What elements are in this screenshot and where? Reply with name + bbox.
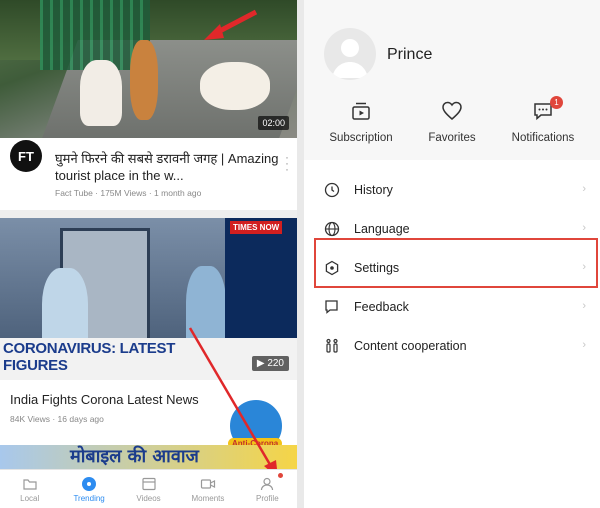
heart-icon bbox=[442, 101, 462, 120]
ad-text: मोबाइल की आवाज bbox=[70, 446, 199, 467]
bottom-tab-bar: Local Trending Videos Moments Profile bbox=[0, 469, 297, 508]
video-thumbnail-1[interactable]: 02:00 bbox=[0, 0, 297, 138]
notifications-button[interactable]: 1 Notifications bbox=[498, 96, 588, 144]
divider bbox=[0, 210, 297, 218]
thumbnail-side-graphic bbox=[225, 218, 297, 350]
tab-moments[interactable]: Moments bbox=[178, 470, 237, 508]
tab-local[interactable]: Local bbox=[0, 470, 59, 508]
username[interactable]: Prince bbox=[387, 46, 432, 64]
feedback-icon bbox=[325, 299, 338, 314]
thumbnail-white-tiger bbox=[80, 60, 122, 126]
video-duration: 02:00 bbox=[258, 116, 289, 130]
chevron-right-icon: › bbox=[582, 300, 586, 312]
menu-item-history[interactable]: History › bbox=[304, 170, 600, 209]
subscription-icon bbox=[352, 102, 370, 120]
video-list-icon bbox=[141, 477, 156, 490]
video-meta-2: 84K Views · 16 days ago bbox=[10, 414, 104, 424]
default-avatar-icon bbox=[332, 39, 368, 78]
video-title-2[interactable]: India Fights Corona Latest News bbox=[10, 392, 199, 407]
tab-trending[interactable]: Trending bbox=[59, 470, 118, 508]
video-title[interactable]: घुमने फिरने की सबसे डरावनी जगह | Amazing… bbox=[55, 150, 280, 184]
chevron-right-icon: › bbox=[582, 261, 586, 273]
thumbnail-banner-text: CORONAVIRUS: LATEST FIGURES bbox=[3, 340, 176, 374]
video-count-badge: ▶ 220 bbox=[251, 356, 289, 371]
trending-icon bbox=[82, 476, 97, 491]
more-options-icon[interactable]: · · · bbox=[285, 151, 289, 175]
profile-icon bbox=[261, 477, 274, 490]
video-thumbnail-2[interactable]: TIMES NOW CORONAVIRUS: LATEST FIGURES ▶ … bbox=[0, 218, 297, 380]
globe-icon bbox=[324, 221, 340, 236]
chevron-right-icon: › bbox=[582, 183, 586, 195]
chevron-right-icon: › bbox=[582, 222, 586, 234]
tab-profile[interactable]: Profile bbox=[238, 470, 297, 508]
profile-menu: History › Language › Settings › Feedback… bbox=[304, 170, 600, 365]
camera-icon bbox=[200, 478, 216, 489]
channel-logo-badge: TIMES NOW bbox=[230, 221, 283, 234]
channel-avatar[interactable]: FT bbox=[10, 140, 42, 172]
video-meta: Fact Tube · 175M Views · 1 month ago bbox=[55, 188, 202, 198]
chevron-right-icon: › bbox=[582, 339, 586, 351]
tab-videos[interactable]: Videos bbox=[119, 470, 178, 508]
profile-notification-dot bbox=[278, 473, 283, 478]
profile-header: Prince Subscription Favorites 1 Notifica… bbox=[304, 0, 600, 160]
thumbnail-white-tiger-2 bbox=[200, 62, 270, 110]
menu-item-content-cooperation[interactable]: Content cooperation › bbox=[304, 326, 600, 365]
thumbnail-tiger bbox=[130, 40, 158, 120]
profile-panel: Prince Subscription Favorites 1 Notifica… bbox=[304, 0, 600, 508]
ad-banner[interactable]: मोबाइल की आवाज bbox=[0, 445, 297, 469]
menu-item-settings[interactable]: Settings › bbox=[304, 248, 600, 287]
folder-icon bbox=[23, 478, 37, 490]
red-arrow-annotation bbox=[204, 9, 258, 40]
menu-item-language[interactable]: Language › bbox=[304, 209, 600, 248]
cooperation-icon bbox=[326, 338, 338, 353]
avatar[interactable] bbox=[324, 28, 376, 80]
subscription-button[interactable]: Subscription bbox=[316, 100, 406, 144]
favorites-button[interactable]: Favorites bbox=[407, 100, 497, 144]
notification-badge: 1 bbox=[550, 96, 563, 109]
menu-item-feedback[interactable]: Feedback › bbox=[304, 287, 600, 326]
feed-panel: 02:00 FT घुमने फिरने की सबसे डरावनी जगह … bbox=[0, 0, 297, 508]
clock-icon bbox=[324, 182, 340, 197]
gear-icon bbox=[325, 260, 339, 275]
video-info-1[interactable]: FT घुमने फिरने की सबसे डरावनी जगह | Amaz… bbox=[0, 138, 297, 210]
